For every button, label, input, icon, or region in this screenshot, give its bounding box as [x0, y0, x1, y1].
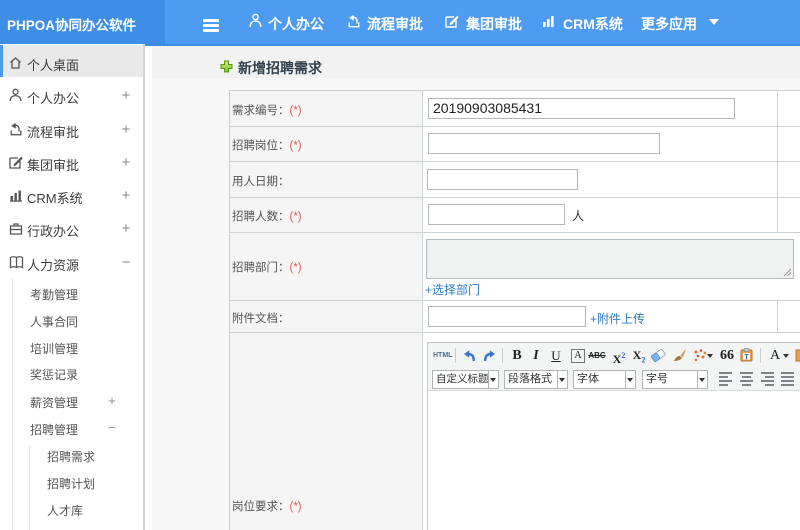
svg-text:T: T: [744, 354, 749, 361]
